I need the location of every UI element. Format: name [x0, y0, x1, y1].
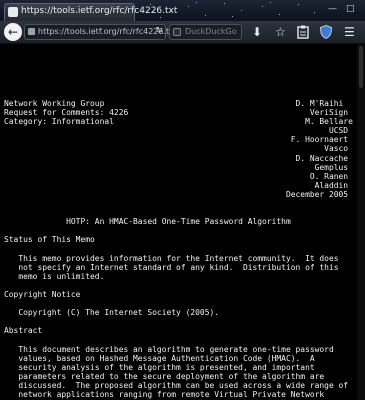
shield-icon[interactable]	[320, 24, 332, 43]
clipboard-icon[interactable]	[297, 24, 309, 43]
navigation-toolbar: ← https://tools.ietf.org/rfc/rfc4226.txt…	[0, 21, 365, 44]
maximize-icon[interactable]: □	[346, 4, 355, 14]
page-content: Network Working Group D. M'Raihi Request…	[0, 44, 357, 400]
site-icon	[28, 28, 35, 35]
search-engine-icon	[173, 28, 181, 36]
reload-icon[interactable]: ↻	[155, 26, 163, 36]
tab-title: https://tools.ietf.org/rfc/rfc4226.txt	[21, 6, 178, 16]
vertical-scrollbar[interactable]	[357, 44, 365, 400]
scrollbar-thumb[interactable]	[359, 46, 363, 88]
window-titlebar: https://tools.ietf.org/rfc/rfc4226.txt —…	[0, 0, 365, 21]
back-arrow-icon[interactable]: ←	[4, 23, 22, 41]
bookmark-star-icon[interactable]: ☆	[275, 24, 286, 40]
search-input[interactable]: DuckDuckGo	[169, 24, 242, 40]
browser-tab[interactable]: https://tools.ietf.org/rfc/rfc4226.txt	[4, 3, 177, 21]
address-bar[interactable]: https://tools.ietf.org/rfc/rfc4226.txt ↻	[24, 24, 177, 40]
document-icon	[8, 7, 18, 17]
menu-icon[interactable]: ☰	[344, 24, 355, 40]
search-placeholder: DuckDuckGo	[185, 27, 237, 36]
minimize-icon[interactable]: —	[328, 4, 337, 14]
rfc-document-text: Network Working Group D. M'Raihi Request…	[4, 99, 353, 400]
download-icon[interactable]: ⬇	[252, 24, 262, 40]
